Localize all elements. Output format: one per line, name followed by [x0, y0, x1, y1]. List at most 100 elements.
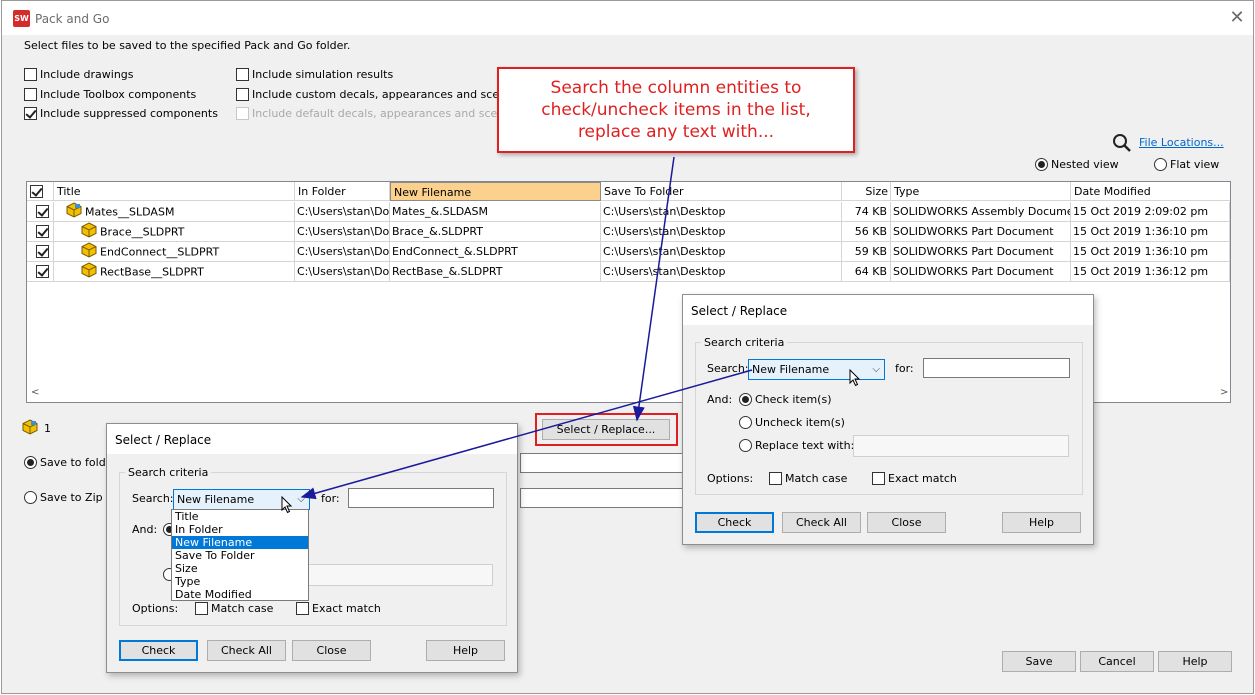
dropdown-option-date-modified[interactable]: Date Modified	[172, 588, 308, 601]
save-folder-path-input[interactable]	[520, 453, 690, 473]
search-criteria-label: Search criteria	[701, 336, 788, 349]
row-checkbox[interactable]	[36, 245, 49, 258]
check-all-button[interactable]: Check All	[782, 512, 861, 533]
row-size-cell: 56 KB	[842, 222, 891, 242]
scroll-left-icon[interactable]: <	[31, 387, 39, 398]
instruction-text: Select files to be saved to the specifie…	[24, 39, 351, 52]
include-default-decals-option: Include default decals, appearances and …	[236, 104, 519, 124]
row-checkbox-cell[interactable]	[27, 202, 54, 222]
column-date-modified[interactable]: Date Modified	[1071, 182, 1230, 201]
dialog-title: Select / Replace	[107, 424, 517, 454]
nested-view-option[interactable]: Nested view	[1035, 158, 1119, 171]
help-button[interactable]: Help	[426, 640, 505, 661]
flat-view-radio[interactable]	[1154, 158, 1167, 171]
row-checkbox-cell[interactable]	[27, 242, 54, 262]
include-toolbox-option[interactable]: Include Toolbox components	[24, 85, 218, 105]
option-label: Match case	[785, 472, 848, 485]
row-in-folder-cell: C:\Users\stan\Doc	[295, 242, 390, 262]
include-custom-decals-option[interactable]: Include custom decals, appearances and s…	[236, 85, 519, 105]
match-case-option[interactable]: Match case	[195, 602, 273, 615]
exact-match-checkbox[interactable]	[296, 602, 309, 615]
flat-view-option[interactable]: Flat view	[1154, 158, 1219, 171]
dropdown-option-in-folder[interactable]: In Folder	[172, 523, 308, 536]
uncheck-items-radio[interactable]	[739, 416, 752, 429]
row-date-cell: 15 Oct 2019 2:09:02 pm	[1071, 202, 1230, 222]
include-suppressed-checkbox[interactable]	[24, 107, 37, 121]
column-new-filename[interactable]: New Filename	[390, 182, 601, 201]
replace-text-option[interactable]: Replace text with:	[739, 439, 854, 452]
row-checkbox-cell[interactable]	[27, 222, 54, 242]
exact-match-option[interactable]: Exact match	[872, 472, 957, 485]
check-button[interactable]: Check	[119, 640, 198, 661]
cancel-button[interactable]: Cancel	[1080, 651, 1154, 672]
check-button[interactable]: Check	[695, 512, 774, 533]
include-drawings-option[interactable]: Include drawings	[24, 65, 218, 85]
and-label: And:	[132, 523, 158, 536]
nested-view-radio[interactable]	[1035, 158, 1048, 171]
scroll-right-icon[interactable]: >	[1220, 387, 1228, 398]
check-items-option[interactable]: Check item(s)	[739, 393, 832, 406]
row-checkbox[interactable]	[36, 265, 49, 278]
close-icon[interactable]: ✕	[1226, 7, 1248, 29]
check-items-radio[interactable]	[739, 393, 752, 406]
check-all-button[interactable]: Check All	[207, 640, 286, 661]
dropdown-option-size[interactable]: Size	[172, 562, 308, 575]
select-replace-dialog-left: Select / Replace Search criteria Search:…	[106, 423, 518, 673]
include-drawings-checkbox[interactable]	[24, 68, 37, 82]
include-suppressed-option[interactable]: Include suppressed components	[24, 104, 218, 124]
for-label: for:	[321, 492, 340, 505]
select-all-checkbox[interactable]	[30, 185, 43, 198]
row-checkbox[interactable]	[36, 205, 49, 218]
include-toolbox-checkbox[interactable]	[24, 87, 37, 101]
match-case-checkbox[interactable]	[769, 472, 782, 485]
select-replace-button[interactable]: Select / Replace...	[542, 419, 670, 440]
search-for-input[interactable]	[923, 358, 1070, 378]
row-title-cell: EndConnect__SLDPRT	[54, 242, 295, 262]
dropdown-option-new-filename[interactable]: New Filename	[172, 536, 308, 549]
assembly-count-icon	[22, 419, 38, 438]
assembly-icon	[66, 202, 82, 221]
row-date-cell: 15 Oct 2019 1:36:12 pm	[1071, 262, 1230, 282]
search-column-dropdown[interactable]: Title In Folder New Filename Save To Fol…	[171, 509, 309, 601]
include-simulation-option[interactable]: Include simulation results	[236, 65, 519, 85]
close-button[interactable]: Close	[867, 512, 946, 533]
save-zip-path-input[interactable]	[520, 488, 690, 508]
column-save-to-folder[interactable]: Save To Folder	[601, 182, 842, 201]
help-button[interactable]: Help	[1002, 512, 1081, 533]
header-checkbox-cell[interactable]	[27, 182, 54, 201]
close-button[interactable]: Close	[292, 640, 371, 661]
column-type[interactable]: Type	[891, 182, 1071, 201]
save-to-zip-option[interactable]: Save to Zip f	[24, 491, 110, 504]
match-case-checkbox[interactable]	[195, 602, 208, 615]
match-case-option[interactable]: Match case	[769, 472, 847, 485]
include-custom-decals-checkbox[interactable]	[236, 87, 249, 101]
dropdown-option-type[interactable]: Type	[172, 575, 308, 588]
save-button[interactable]: Save	[1002, 651, 1076, 672]
save-to-zip-radio[interactable]	[24, 491, 37, 504]
search-icon[interactable]	[1112, 133, 1132, 156]
file-locations-link[interactable]: File Locations...	[1139, 136, 1224, 149]
replace-text-radio[interactable]	[739, 439, 752, 452]
row-type-cell: SOLIDWORKS Assembly Document	[891, 202, 1071, 222]
help-button[interactable]: Help	[1158, 651, 1232, 672]
search-column-select[interactable]: New Filename ⌵	[748, 359, 885, 380]
save-to-folder-radio[interactable]	[24, 456, 37, 469]
include-simulation-checkbox[interactable]	[236, 68, 249, 82]
options-left: Include drawings Include Toolbox compone…	[24, 65, 218, 124]
options-label: Options:	[132, 602, 179, 615]
row-checkbox-cell[interactable]	[27, 262, 54, 282]
exact-match-checkbox[interactable]	[872, 472, 885, 485]
save-to-folder-option[interactable]: Save to fold	[24, 456, 106, 469]
annotation-callout: Search the column entities to check/unch…	[497, 67, 855, 153]
options-right: Include simulation results Include custo…	[236, 65, 519, 124]
column-in-folder[interactable]: In Folder	[295, 182, 390, 201]
mouse-cursor-icon	[849, 368, 861, 390]
dropdown-option-save-to-folder[interactable]: Save To Folder	[172, 549, 308, 562]
exact-match-option[interactable]: Exact match	[296, 602, 381, 615]
option-label: Exact match	[312, 602, 381, 615]
uncheck-items-option[interactable]: Uncheck item(s)	[739, 416, 845, 429]
column-title[interactable]: Title	[54, 182, 295, 201]
row-checkbox[interactable]	[36, 225, 49, 238]
search-for-input[interactable]	[348, 488, 494, 508]
column-size[interactable]: Size	[842, 182, 891, 201]
